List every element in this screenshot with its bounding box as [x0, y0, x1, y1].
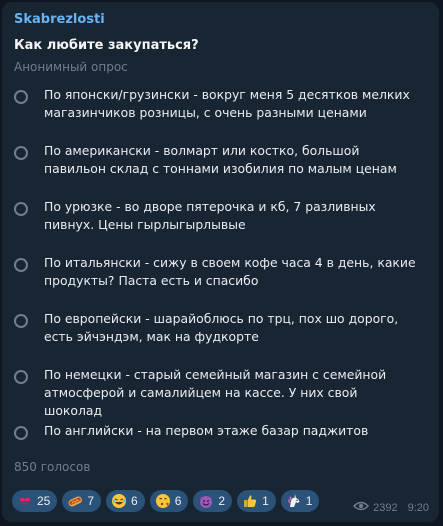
poll-option-text: По американски - волмарт или костко, бол… — [44, 143, 397, 176]
reaction-count: 25 — [37, 494, 51, 508]
smiling-devil-icon — [198, 493, 214, 509]
face-blowing-kiss-icon — [155, 493, 171, 509]
unicorn-icon — [286, 493, 302, 509]
radio-circle-icon[interactable] — [14, 426, 28, 440]
reaction-count: 7 — [87, 494, 95, 508]
radio-circle-icon[interactable] — [14, 146, 28, 160]
poll-type-label: Анонимный опрос — [14, 60, 128, 74]
vote-count[interactable]: 850 голосов — [14, 460, 90, 474]
poll-message: Skabrezlosti Как любите закупаться? Анон… — [2, 2, 439, 522]
hotdog-icon — [67, 493, 83, 509]
poll-option-text: По урюзке - во дворе пятерочка и кб, 7 р… — [44, 199, 376, 232]
radio-circle-icon[interactable] — [14, 314, 28, 328]
reaction-count: 6 — [174, 494, 182, 508]
poll-option-text: По итальянски - сижу в своем кофе часа 4… — [44, 255, 416, 288]
poll-question: Как любите закупаться? — [14, 38, 199, 53]
radio-circle-icon[interactable] — [14, 90, 28, 104]
reaction-chip[interactable]: 1 — [280, 490, 320, 512]
thumbs-up-icon — [242, 493, 258, 509]
view-count: 2392 — [373, 501, 398, 514]
reaction-chip[interactable]: 1 — [237, 490, 276, 512]
reaction-chip[interactable]: 7 — [62, 490, 102, 512]
radio-circle-icon[interactable] — [14, 202, 28, 216]
kiss-mark-icon — [17, 493, 33, 509]
reaction-count: 6 — [131, 494, 138, 508]
message-time: 9:20 — [407, 501, 429, 514]
reaction-count: 1 — [262, 494, 269, 508]
reactions-bar: 25 7 6 6 2 1 1 — [12, 490, 324, 514]
poll-option-text: По японски/грузински - вокруг меня 5 дес… — [44, 87, 410, 120]
reaction-chip[interactable]: 6 — [149, 490, 189, 512]
message-meta: 2392 9:20 — [353, 500, 429, 515]
poll-option-text: По английски - на первом этаже базар пад… — [44, 423, 369, 438]
reaction-count: 1 — [305, 494, 313, 508]
reaction-chip[interactable]: 25 — [12, 490, 58, 512]
poll-option-text: По европейски - шарайоблюсь по трц, пох … — [44, 311, 399, 344]
poll-option-text: По немецки - старый семейный магазин с с… — [44, 367, 387, 418]
author-name[interactable]: Skabrezlosti — [14, 12, 105, 27]
radio-circle-icon[interactable] — [14, 258, 28, 272]
radio-circle-icon[interactable] — [14, 370, 28, 384]
rofl-icon — [111, 493, 127, 509]
reaction-chip[interactable]: 2 — [193, 490, 233, 512]
reaction-count: 2 — [218, 494, 226, 508]
reaction-chip[interactable]: 6 — [106, 490, 145, 512]
eye-icon — [353, 500, 373, 515]
